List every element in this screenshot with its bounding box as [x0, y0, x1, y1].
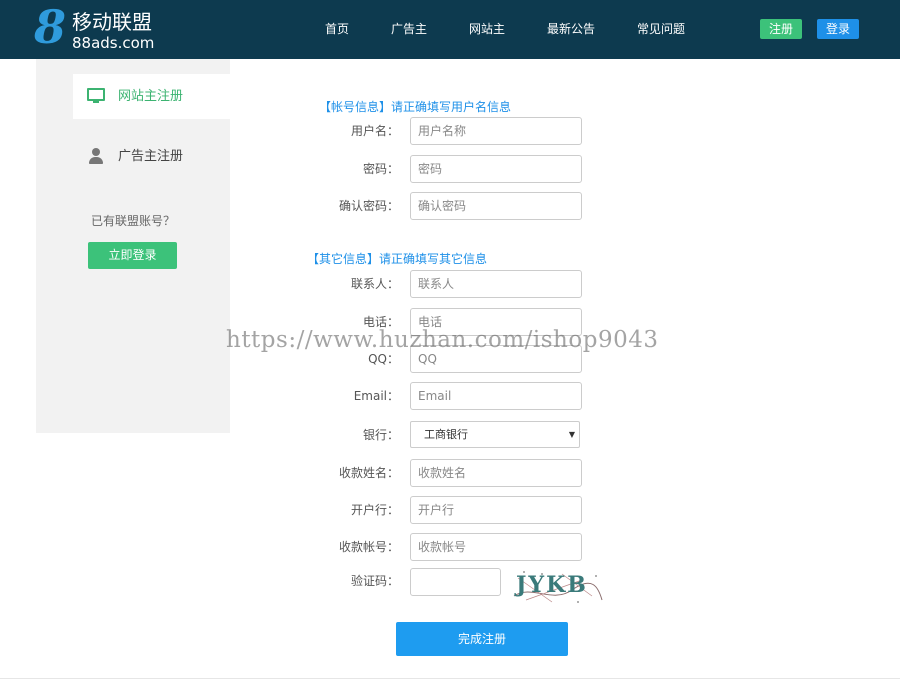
existing-account-hint: 已有联盟账号？	[91, 214, 176, 228]
sidebar-item-webmaster-register[interactable]: 网站主注册	[73, 74, 230, 119]
nav-advertiser[interactable]: 广告主	[391, 0, 427, 59]
username-input[interactable]	[410, 117, 582, 145]
confirm-password-label: 确认密码：	[338, 199, 399, 213]
password-input[interactable]	[410, 155, 582, 183]
sidebar-item-label: 网站主注册	[118, 89, 184, 104]
payee-name-input[interactable]	[410, 459, 582, 487]
captcha-input[interactable]	[410, 568, 501, 596]
account-number-input[interactable]	[410, 533, 582, 561]
top-header: 8 移动联盟 88ads.com 首页 广告主 网站主 最新公告 常见问题 注册…	[0, 0, 900, 59]
account-number-label: 收款帐号：	[338, 540, 399, 554]
contact-input[interactable]	[410, 270, 582, 298]
user-icon	[87, 148, 105, 164]
complete-registration-button[interactable]: 完成注册	[396, 622, 568, 656]
payee-name-label: 收款姓名：	[338, 466, 399, 480]
email-label: Email：	[353, 389, 399, 403]
register-button[interactable]: 注册	[760, 19, 803, 39]
captcha-image[interactable]: JYKB	[512, 566, 604, 606]
captcha-label: 验证码：	[350, 574, 399, 588]
bank-branch-label: 开户行：	[350, 503, 399, 517]
captcha-text: JYKB	[514, 572, 588, 598]
username-label: 用户名：	[350, 124, 399, 138]
logo-mark: 8	[34, 0, 67, 54]
site-logo[interactable]: 8 移动联盟 88ads.com	[34, 2, 174, 52]
sidebar-item-advertiser-register[interactable]: 广告主注册	[73, 134, 230, 179]
monitor-icon	[87, 88, 105, 104]
bank-select-value: 工商银行	[424, 428, 468, 441]
login-button[interactable]: 登录	[817, 19, 860, 39]
bank-label: 银行：	[362, 428, 399, 442]
other-section-title: 【其它信息】请正确填写其它信息	[307, 252, 488, 266]
logo-title: 移动联盟	[72, 10, 152, 34]
logo-subtitle: 88ads.com	[72, 34, 155, 52]
contact-label: 联系人：	[350, 277, 399, 291]
bank-select[interactable]: 工商银行 ▼	[410, 421, 580, 448]
login-now-button[interactable]: 立即登录	[88, 242, 177, 269]
footer-divider	[0, 678, 900, 679]
nav-webmaster[interactable]: 网站主	[469, 0, 505, 59]
sidebar: 网站主注册 广告主注册 已有联盟账号？ 立即登录	[36, 59, 230, 433]
nav-home[interactable]: 首页	[325, 0, 349, 59]
account-section-title: 【帐号信息】请正确填写用户名信息	[319, 100, 512, 114]
nav-announcements[interactable]: 最新公告	[547, 0, 595, 59]
sidebar-item-label: 广告主注册	[118, 149, 184, 164]
dropdown-arrow-icon: ▼	[568, 430, 575, 439]
bank-branch-input[interactable]	[410, 496, 582, 524]
watermark-text: https://www.huzhan.com/ishop9043	[226, 327, 659, 353]
password-label: 密码：	[362, 162, 399, 176]
email-input[interactable]	[410, 382, 582, 410]
confirm-password-input[interactable]	[410, 192, 582, 220]
nav-faq[interactable]: 常见问题	[637, 0, 685, 59]
